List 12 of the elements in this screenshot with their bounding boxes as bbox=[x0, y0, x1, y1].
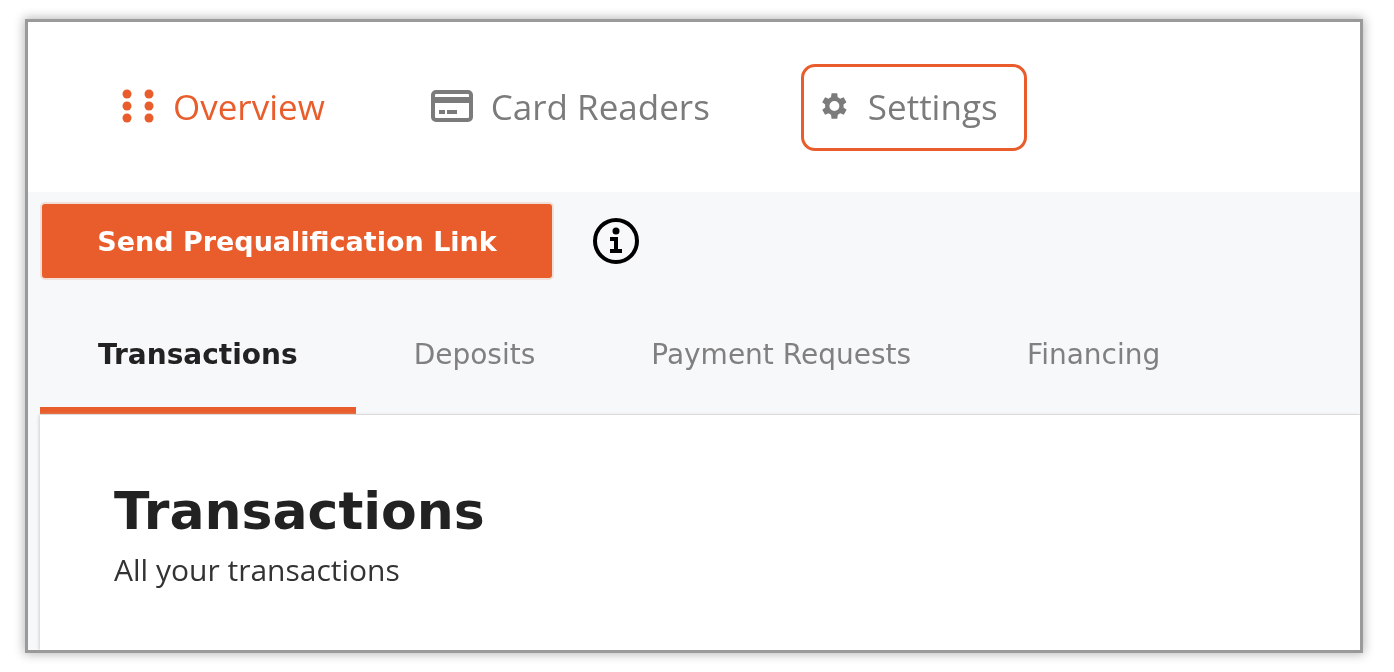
dots-icon bbox=[121, 89, 155, 123]
nav-link[interactable]: Card Readers bbox=[415, 63, 739, 151]
nav-link[interactable]: Settings bbox=[800, 63, 1027, 151]
card-subtitle: All your transactions bbox=[114, 549, 401, 590]
card-icon bbox=[430, 90, 473, 122]
tab[interactable]: Financing bbox=[969, 310, 1219, 414]
nav-link[interactable]: Overview bbox=[106, 63, 354, 151]
tab[interactable]: Deposits bbox=[355, 310, 594, 414]
send-link-button[interactable]: Send Prequalification Link bbox=[40, 202, 554, 280]
info-icon[interactable] bbox=[592, 217, 640, 265]
card-title: Transactions bbox=[114, 481, 486, 541]
tab[interactable]: Payment Requests bbox=[593, 310, 970, 414]
